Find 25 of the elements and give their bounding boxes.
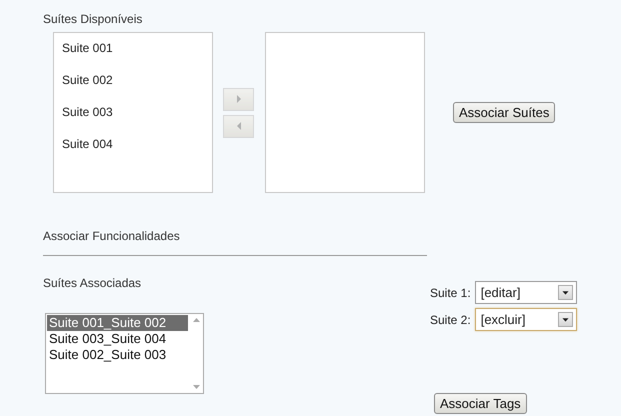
list-item[interactable]: Suite 003_Suite 004	[47, 331, 188, 347]
list-item[interactable]: Suite 003	[62, 105, 204, 120]
scroll-down-icon[interactable]	[192, 385, 200, 389]
section-subtitle: Suítes Associadas	[43, 276, 142, 290]
list-item[interactable]: Suite 001_Suite 002	[47, 315, 188, 331]
available-suites-list[interactable]: Suite 001 Suite 002 Suite 003 Suite 004	[53, 32, 213, 193]
section-title: Suítes Disponíveis	[43, 12, 144, 26]
associate-tags-button[interactable]: Associar Tags	[434, 393, 527, 414]
list-item[interactable]: Suite 001	[62, 41, 204, 56]
right-arrow-icon	[234, 95, 242, 103]
action-dropdown[interactable]: [excluir]	[474, 308, 577, 331]
left-arrow-icon	[234, 122, 242, 130]
list-item[interactable]: Suite 004	[62, 137, 204, 152]
select-label: Suite 2:	[430, 312, 471, 326]
section-title: Associar Funcionalidades	[43, 229, 181, 243]
dropdown-caret-icon[interactable]	[558, 285, 573, 300]
associated-suites-list[interactable]: Suite 001_Suite 002 Suite 003_Suite 004 Suite 002_Suite 003	[45, 313, 204, 394]
selected-suites-list[interactable]	[265, 32, 425, 193]
action-dropdown[interactable]: [editar]	[474, 281, 577, 304]
list-item[interactable]: Suite 002	[62, 73, 204, 88]
dropdown-caret-icon[interactable]	[558, 312, 573, 327]
associate-suites-button[interactable]: Associar Suítes	[453, 102, 556, 123]
list-item[interactable]: Suite 002_Suite 003	[47, 347, 188, 363]
scroll-up-icon[interactable]	[192, 318, 200, 322]
select-label: Suite 1:	[430, 286, 471, 300]
